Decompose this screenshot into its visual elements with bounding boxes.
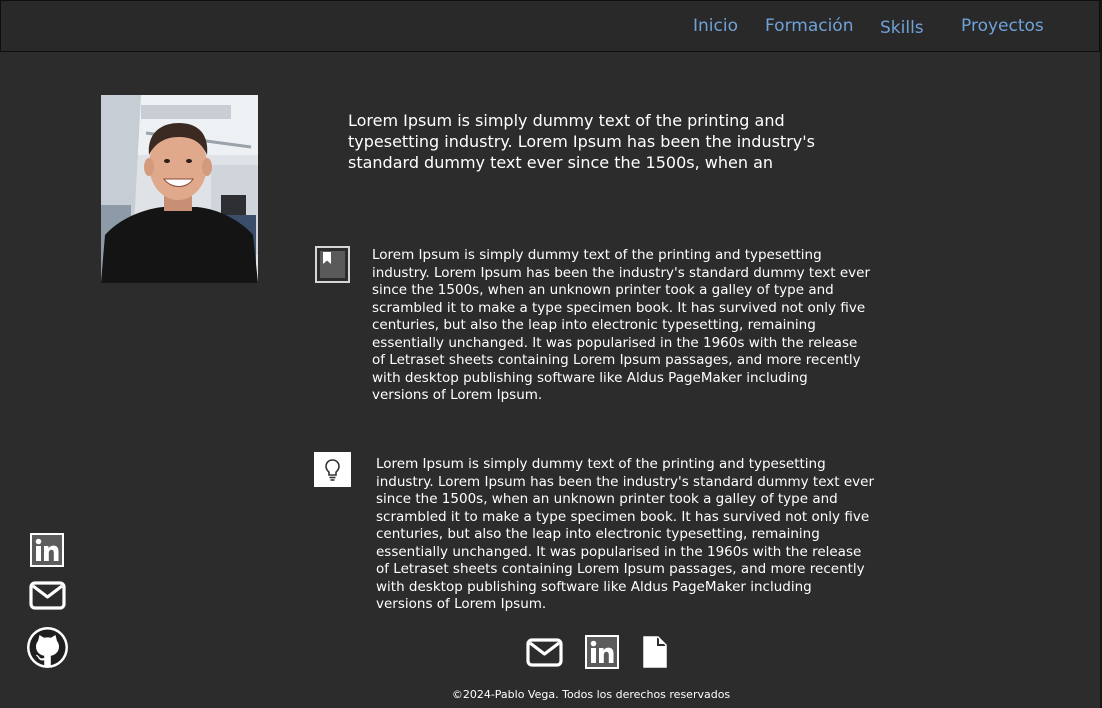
footer-copyright: ©2024-Pablo Vega. Todos los derechos res… (451, 688, 731, 701)
section-text-1: Lorem Ipsum is simply dummy text of the … (372, 247, 871, 403)
profile-photo (101, 95, 258, 283)
footer-envelope-icon[interactable] (526, 638, 563, 671)
github-icon[interactable] (26, 626, 69, 673)
nav-link-inicio[interactable]: Inicio (693, 16, 738, 36)
nav-link-skills[interactable]: Skills (880, 18, 924, 38)
bookmark-icon (315, 246, 350, 283)
navbar: Inicio Formación Skills Proyectos (0, 0, 1100, 52)
envelope-icon[interactable] (29, 581, 66, 614)
document-icon[interactable] (642, 635, 668, 673)
section-text-2: Lorem Ipsum is simply dummy text of the … (376, 456, 875, 612)
lightbulb-icon (314, 452, 351, 487)
intro-text: Lorem Ipsum is simply dummy text of the … (348, 111, 815, 172)
footer-linkedin-icon[interactable] (584, 634, 620, 674)
linkedin-icon[interactable] (29, 532, 65, 572)
nav-link-proyectos[interactable]: Proyectos (961, 16, 1044, 36)
nav-link-formacion[interactable]: Formación (765, 16, 854, 36)
